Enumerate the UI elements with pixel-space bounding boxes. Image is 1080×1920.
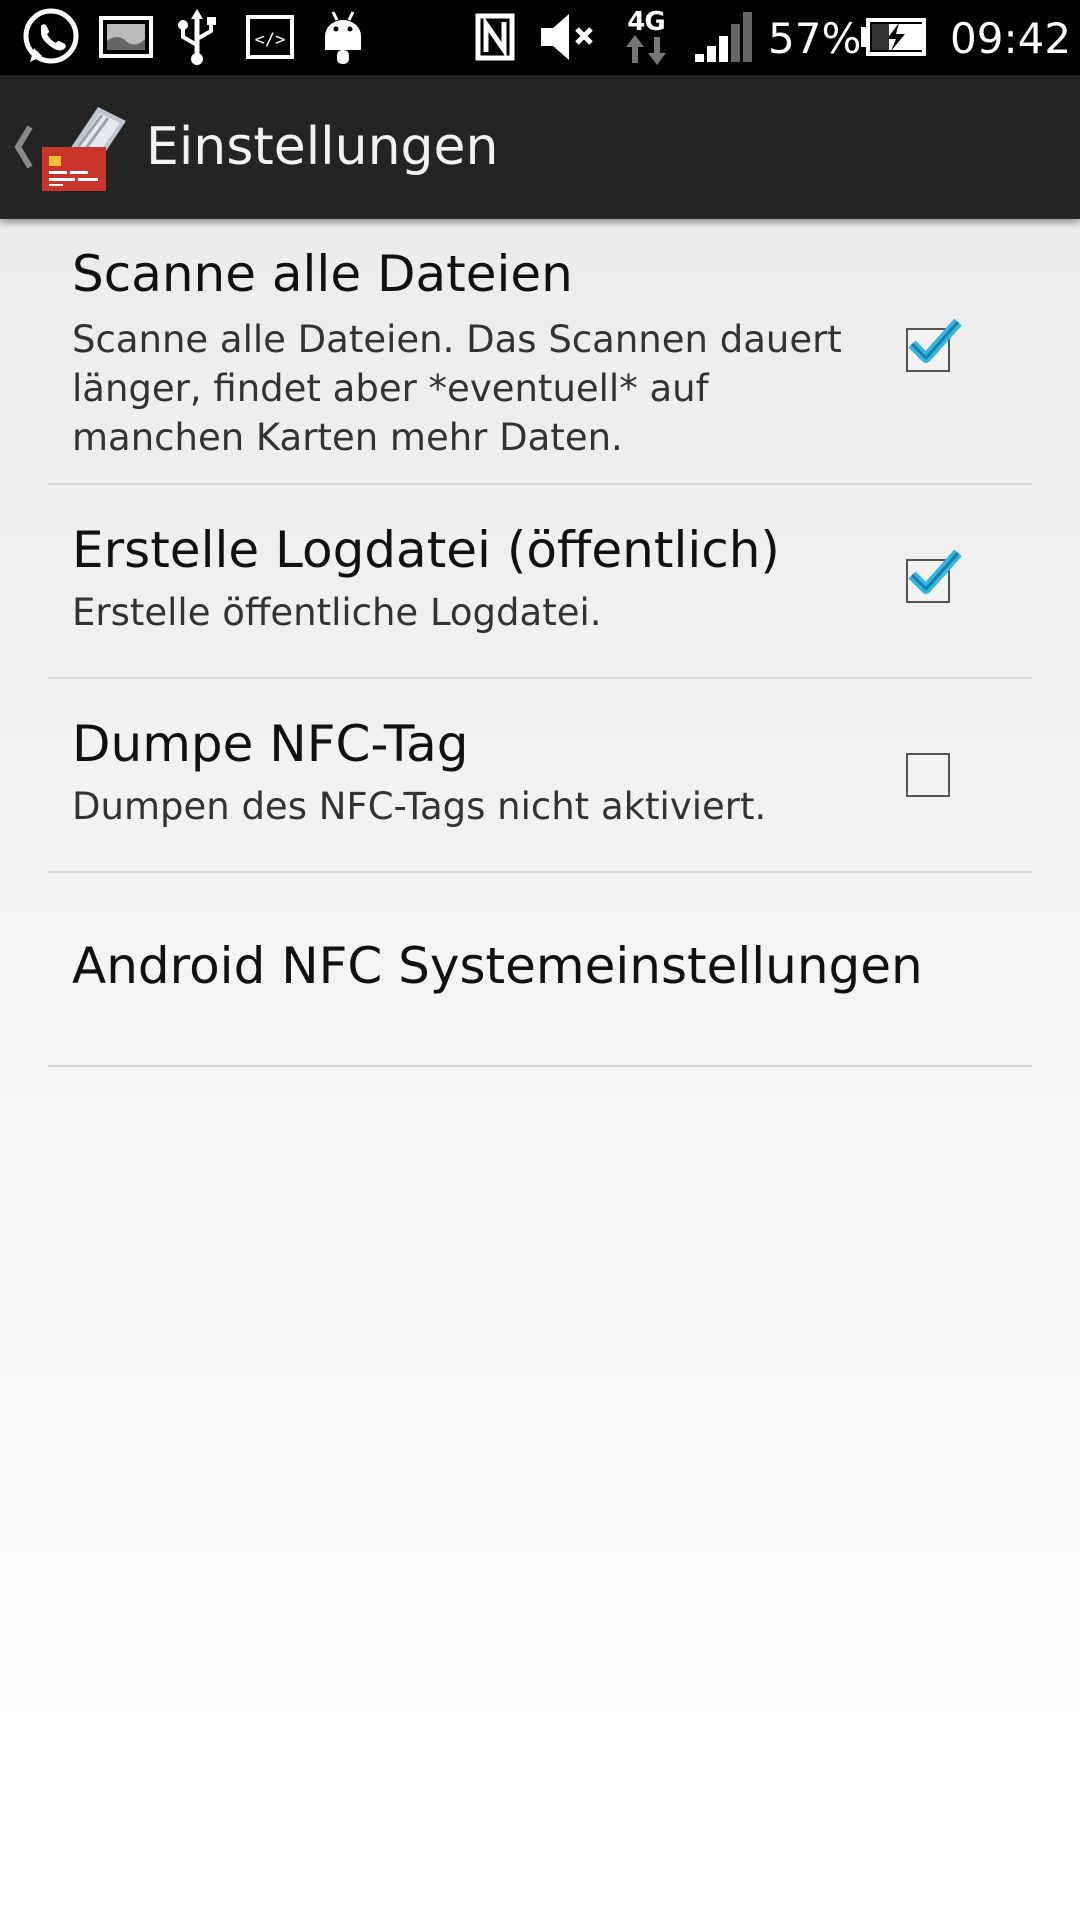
- network-label: 4G: [627, 7, 665, 37]
- checkmark-icon: [908, 318, 962, 363]
- network-4g-icon: 4G: [620, 6, 672, 68]
- battery-percent: 57%: [768, 14, 862, 63]
- pref-create-logfile[interactable]: Erstelle Logdatei (öffentlich) Erstelle …: [48, 485, 1032, 679]
- pref-scan-all-files[interactable]: Scanne alle Dateien Scanne alle Dateien.…: [48, 219, 1032, 485]
- mute-icon: [536, 6, 600, 68]
- gallery-icon: [98, 6, 154, 68]
- pref-title: Android NFC Systemeinstellungen: [72, 937, 923, 995]
- signal-icon: [692, 6, 756, 68]
- create-logfile-checkbox[interactable]: [906, 549, 962, 603]
- chevron-left-icon: [14, 125, 33, 169]
- checkmark-icon: [908, 549, 962, 594]
- pref-title: Scanne alle Dateien: [72, 245, 573, 303]
- clock: 09:42: [950, 14, 1072, 63]
- usb-icon: [172, 6, 222, 68]
- pref-title: Dumpe NFC-Tag: [72, 715, 469, 773]
- svg-text:</>: </>: [255, 30, 286, 50]
- scan-all-files-checkbox[interactable]: [906, 318, 962, 372]
- pref-summary: Scanne alle Dateien. Das Scannen dauert …: [72, 318, 842, 459]
- pref-summary: Dumpen des NFC-Tags nicht aktiviert.: [72, 785, 767, 828]
- pref-summary: Erstelle öffentliche Logdatei.: [72, 591, 602, 634]
- pref-android-nfc-settings[interactable]: Android NFC Systemeinstellungen: [48, 873, 1032, 1067]
- preferences-list: Scanne alle Dateien Scanne alle Dateien.…: [0, 219, 1080, 1920]
- pref-title: Erstelle Logdatei (öffentlich): [72, 521, 780, 579]
- dump-nfc-tag-checkbox[interactable]: [906, 753, 950, 797]
- battery-charging-icon: [858, 6, 928, 68]
- status-bar: </> 4G 57% 09:42: [0, 0, 1080, 75]
- developer-code-icon: </>: [244, 6, 296, 68]
- whatsapp-icon: [18, 6, 84, 68]
- action-bar: Einstellungen: [0, 75, 1080, 219]
- page-title: Einstellungen: [146, 117, 499, 177]
- nfc-icon: [470, 6, 520, 68]
- pref-dump-nfc-tag[interactable]: Dumpe NFC-Tag Dumpen des NFC-Tags nicht …: [48, 679, 1032, 873]
- card-reader-app-icon: [42, 107, 126, 191]
- android-icon: [318, 6, 368, 68]
